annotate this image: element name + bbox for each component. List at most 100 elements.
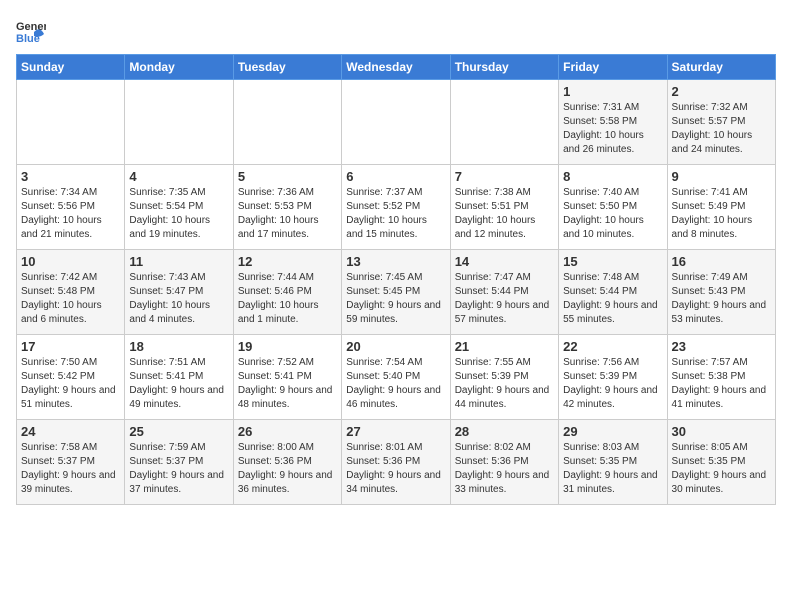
day-info: Sunrise: 7:45 AM Sunset: 5:45 PM Dayligh… — [346, 271, 445, 327]
day-info: Sunrise: 7:58 AM Sunset: 5:37 PM Dayligh… — [21, 441, 120, 497]
weekday-header-monday: Monday — [125, 55, 233, 80]
calendar-cell: 5 Sunrise: 7:36 AM Sunset: 5:53 PM Daylig… — [233, 165, 341, 250]
calendar-cell: 18 Sunrise: 7:51 AM Sunset: 5:41 PM Dayli… — [125, 335, 233, 420]
calendar-cell: 16 Sunrise: 7:49 AM Sunset: 5:43 PM Dayli… — [667, 250, 775, 335]
calendar-cell: 25 Sunrise: 7:59 AM Sunset: 5:37 PM Dayli… — [125, 420, 233, 505]
day-number: 8 — [563, 169, 662, 184]
day-number: 28 — [455, 424, 554, 439]
day-info: Sunrise: 7:44 AM Sunset: 5:46 PM Dayligh… — [238, 271, 337, 327]
calendar-cell: 10 Sunrise: 7:42 AM Sunset: 5:48 PM Dayli… — [17, 250, 125, 335]
calendar-cell: 21 Sunrise: 7:55 AM Sunset: 5:39 PM Dayli… — [450, 335, 558, 420]
day-number: 9 — [672, 169, 771, 184]
calendar-cell: 2 Sunrise: 7:32 AM Sunset: 5:57 PM Daylig… — [667, 80, 775, 165]
day-number: 27 — [346, 424, 445, 439]
day-info: Sunrise: 7:40 AM Sunset: 5:50 PM Dayligh… — [563, 186, 662, 242]
calendar-cell: 17 Sunrise: 7:50 AM Sunset: 5:42 PM Dayli… — [17, 335, 125, 420]
day-number: 11 — [129, 254, 228, 269]
weekday-header-friday: Friday — [559, 55, 667, 80]
calendar-cell: 7 Sunrise: 7:38 AM Sunset: 5:51 PM Daylig… — [450, 165, 558, 250]
day-number: 19 — [238, 339, 337, 354]
day-info: Sunrise: 8:02 AM Sunset: 5:36 PM Dayligh… — [455, 441, 554, 497]
day-info: Sunrise: 7:51 AM Sunset: 5:41 PM Dayligh… — [129, 356, 228, 412]
day-number: 17 — [21, 339, 120, 354]
day-info: Sunrise: 7:52 AM Sunset: 5:41 PM Dayligh… — [238, 356, 337, 412]
day-number: 21 — [455, 339, 554, 354]
day-info: Sunrise: 7:57 AM Sunset: 5:38 PM Dayligh… — [672, 356, 771, 412]
svg-text:Blue: Blue — [16, 33, 40, 45]
day-number: 10 — [21, 254, 120, 269]
logo-icon: General Blue — [16, 16, 46, 46]
day-info: Sunrise: 8:03 AM Sunset: 5:35 PM Dayligh… — [563, 441, 662, 497]
day-number: 24 — [21, 424, 120, 439]
weekday-header-saturday: Saturday — [667, 55, 775, 80]
day-info: Sunrise: 7:48 AM Sunset: 5:44 PM Dayligh… — [563, 271, 662, 327]
calendar-cell: 24 Sunrise: 7:58 AM Sunset: 5:37 PM Dayli… — [17, 420, 125, 505]
day-info: Sunrise: 7:42 AM Sunset: 5:48 PM Dayligh… — [21, 271, 120, 327]
day-number: 20 — [346, 339, 445, 354]
calendar-cell — [17, 80, 125, 165]
weekday-header-tuesday: Tuesday — [233, 55, 341, 80]
weekday-header-sunday: Sunday — [17, 55, 125, 80]
day-info: Sunrise: 7:55 AM Sunset: 5:39 PM Dayligh… — [455, 356, 554, 412]
day-number: 2 — [672, 84, 771, 99]
day-number: 1 — [563, 84, 662, 99]
calendar-cell: 9 Sunrise: 7:41 AM Sunset: 5:49 PM Daylig… — [667, 165, 775, 250]
day-info: Sunrise: 7:49 AM Sunset: 5:43 PM Dayligh… — [672, 271, 771, 327]
day-number: 29 — [563, 424, 662, 439]
day-info: Sunrise: 7:43 AM Sunset: 5:47 PM Dayligh… — [129, 271, 228, 327]
day-info: Sunrise: 8:00 AM Sunset: 5:36 PM Dayligh… — [238, 441, 337, 497]
logo: General Blue — [16, 16, 50, 46]
day-number: 13 — [346, 254, 445, 269]
calendar-cell: 8 Sunrise: 7:40 AM Sunset: 5:50 PM Daylig… — [559, 165, 667, 250]
day-number: 7 — [455, 169, 554, 184]
day-info: Sunrise: 7:50 AM Sunset: 5:42 PM Dayligh… — [21, 356, 120, 412]
day-number: 5 — [238, 169, 337, 184]
day-info: Sunrise: 7:36 AM Sunset: 5:53 PM Dayligh… — [238, 186, 337, 242]
day-number: 22 — [563, 339, 662, 354]
day-info: Sunrise: 7:31 AM Sunset: 5:58 PM Dayligh… — [563, 101, 662, 157]
calendar-cell — [342, 80, 450, 165]
calendar-cell: 19 Sunrise: 7:52 AM Sunset: 5:41 PM Dayli… — [233, 335, 341, 420]
day-info: Sunrise: 7:47 AM Sunset: 5:44 PM Dayligh… — [455, 271, 554, 327]
calendar-cell: 13 Sunrise: 7:45 AM Sunset: 5:45 PM Dayli… — [342, 250, 450, 335]
calendar-cell: 1 Sunrise: 7:31 AM Sunset: 5:58 PM Daylig… — [559, 80, 667, 165]
calendar-cell: 12 Sunrise: 7:44 AM Sunset: 5:46 PM Dayli… — [233, 250, 341, 335]
day-number: 23 — [672, 339, 771, 354]
calendar-cell: 15 Sunrise: 7:48 AM Sunset: 5:44 PM Dayli… — [559, 250, 667, 335]
calendar-cell: 4Sunrise: 7:35 AM Sunset: 5:54 PM Daylig… — [125, 165, 233, 250]
calendar-cell: 26 Sunrise: 8:00 AM Sunset: 5:36 PM Dayli… — [233, 420, 341, 505]
calendar-cell: 23 Sunrise: 7:57 AM Sunset: 5:38 PM Dayli… — [667, 335, 775, 420]
day-info: Sunrise: 7:59 AM Sunset: 5:37 PM Dayligh… — [129, 441, 228, 497]
day-number: 16 — [672, 254, 771, 269]
day-info: Sunrise: 8:01 AM Sunset: 5:36 PM Dayligh… — [346, 441, 445, 497]
day-info: Sunrise: 7:32 AM Sunset: 5:57 PM Dayligh… — [672, 101, 771, 157]
calendar-cell: 20Sunrise: 7:54 AM Sunset: 5:40 PM Dayli… — [342, 335, 450, 420]
calendar-cell: 3 Sunrise: 7:34 AM Sunset: 5:56 PM Daylig… — [17, 165, 125, 250]
weekday-header-thursday: Thursday — [450, 55, 558, 80]
calendar-cell: 30 Sunrise: 8:05 AM Sunset: 5:35 PM Dayli… — [667, 420, 775, 505]
calendar-table: SundayMondayTuesdayWednesdayThursdayFrid… — [16, 54, 776, 505]
day-number: 12 — [238, 254, 337, 269]
weekday-header-wednesday: Wednesday — [342, 55, 450, 80]
day-info: Sunrise: 7:56 AM Sunset: 5:39 PM Dayligh… — [563, 356, 662, 412]
day-number: 15 — [563, 254, 662, 269]
day-number: 18 — [129, 339, 228, 354]
day-number: 4 — [129, 169, 228, 184]
calendar-cell: 6Sunrise: 7:37 AM Sunset: 5:52 PM Daylig… — [342, 165, 450, 250]
day-number: 3 — [21, 169, 120, 184]
day-info: Sunrise: 7:37 AM Sunset: 5:52 PM Dayligh… — [346, 186, 445, 242]
header: General Blue — [16, 16, 776, 46]
calendar-cell: 14Sunrise: 7:47 AM Sunset: 5:44 PM Dayli… — [450, 250, 558, 335]
day-info: Sunrise: 8:05 AM Sunset: 5:35 PM Dayligh… — [672, 441, 771, 497]
day-number: 26 — [238, 424, 337, 439]
calendar-cell: 29 Sunrise: 8:03 AM Sunset: 5:35 PM Dayli… — [559, 420, 667, 505]
day-info: Sunrise: 7:34 AM Sunset: 5:56 PM Dayligh… — [21, 186, 120, 242]
calendar-cell: 11 Sunrise: 7:43 AM Sunset: 5:47 PM Dayli… — [125, 250, 233, 335]
calendar-cell — [450, 80, 558, 165]
day-number: 25 — [129, 424, 228, 439]
day-number: 30 — [672, 424, 771, 439]
day-info: Sunrise: 7:38 AM Sunset: 5:51 PM Dayligh… — [455, 186, 554, 242]
calendar-cell: 22 Sunrise: 7:56 AM Sunset: 5:39 PM Dayli… — [559, 335, 667, 420]
calendar-cell: 28 Sunrise: 8:02 AM Sunset: 5:36 PM Dayli… — [450, 420, 558, 505]
day-info: Sunrise: 7:41 AM Sunset: 5:49 PM Dayligh… — [672, 186, 771, 242]
